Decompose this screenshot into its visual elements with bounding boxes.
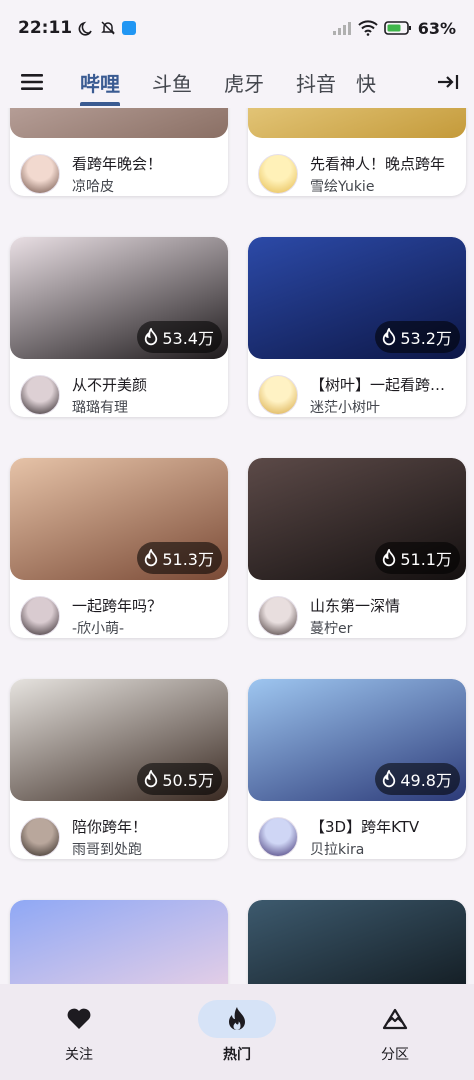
room-thumbnail xyxy=(248,108,466,138)
room-card[interactable]: 48.8万 xyxy=(10,900,228,984)
status-bar: 22:11 63% xyxy=(0,0,474,56)
flame-icon xyxy=(145,328,158,346)
room-card[interactable]: 看跨年晚会！ 凉哈皮 xyxy=(10,108,228,196)
tab-collapse-button[interactable] xyxy=(424,56,474,108)
room-card[interactable]: 53.2万【树叶】一起看跨年晚会迷茫小树叶 xyxy=(248,237,466,417)
heat-badge: 53.4万 xyxy=(137,321,222,353)
moon-icon xyxy=(78,21,92,36)
avatar xyxy=(258,375,298,415)
tab-douyu[interactable]: 斗鱼 xyxy=(136,56,208,108)
bottom-navigation: 关注 热门 分区 xyxy=(0,984,474,1080)
menu-icon xyxy=(21,74,43,90)
status-time: 22:11 xyxy=(18,18,73,38)
avatar xyxy=(258,817,298,857)
heat-badge: 51.1万 xyxy=(375,542,460,574)
anchor-name: 雪绘Yukie xyxy=(310,179,375,195)
nav-follow[interactable]: 关注 xyxy=(0,984,158,1080)
room-card[interactable]: 53.4万从不开美颜璐璐有理 xyxy=(10,237,228,417)
flame-icon xyxy=(229,1007,245,1030)
room-thumbnail: 51.1万 xyxy=(248,458,466,580)
anchor-name: 雨哥到处跑 xyxy=(72,842,142,858)
room-thumbnail: 49.8万 xyxy=(248,679,466,801)
room-card[interactable]: 48.1万 xyxy=(248,900,466,984)
arrow-right-to-line-icon xyxy=(438,75,459,89)
nav-category[interactable]: 分区 xyxy=(316,984,474,1080)
avatar xyxy=(20,817,60,857)
tab-bilibili[interactable]: 哔哩 xyxy=(64,56,136,108)
room-title: 山东第一深情 xyxy=(310,597,401,615)
room-title: 【3D】跨年KTV xyxy=(310,818,420,836)
room-grid: 看跨年晚会！ 凉哈皮 先看神人！晚点跨年 雪绘Yukie 53.4万 从不开美颜 璐璐有理 5… xyxy=(0,108,474,984)
avatar xyxy=(20,596,60,636)
room-thumbnail: 48.8万 xyxy=(10,900,228,984)
heart-icon xyxy=(67,1008,91,1029)
nav-popular-label: 热门 xyxy=(223,1047,251,1063)
heat-value: 49.8万 xyxy=(400,771,452,790)
tab-kuaishou[interactable]: 快 xyxy=(352,56,378,108)
anchor-name: 凉哈皮 xyxy=(72,179,114,195)
nav-category-label: 分区 xyxy=(381,1047,409,1063)
anchor-name: 迷茫小树叶 xyxy=(310,400,380,416)
flame-icon xyxy=(383,328,396,346)
signal-icon xyxy=(332,22,351,35)
avatar xyxy=(20,154,60,194)
tab-douyin[interactable]: 抖音 xyxy=(280,56,352,108)
heat-value: 50.5万 xyxy=(162,771,214,790)
battery-level: 63% xyxy=(417,18,456,38)
room-card[interactable]: 50.5万陪你跨年！ 雨哥到处跑 xyxy=(10,679,228,859)
room-thumbnail: 48.1万 xyxy=(248,900,466,984)
flame-icon xyxy=(145,549,158,567)
anchor-name: 璐璐有理 xyxy=(72,400,128,416)
anchor-name: -欣小萌- xyxy=(72,621,125,637)
room-card[interactable]: 51.1万山东第一深情 蔓柠er xyxy=(248,458,466,638)
room-title: 陪你跨年！ xyxy=(72,818,148,836)
heat-value: 53.4万 xyxy=(162,329,214,348)
nav-popular[interactable]: 热门 xyxy=(158,984,316,1080)
room-thumbnail: 50.5万 xyxy=(10,679,228,801)
app-notification-icon xyxy=(122,21,137,35)
flame-icon xyxy=(383,549,396,567)
heat-value: 53.2万 xyxy=(400,329,452,348)
room-thumbnail: 53.4万 xyxy=(10,237,228,359)
menu-button[interactable] xyxy=(0,56,64,108)
flame-icon xyxy=(383,770,396,788)
room-thumbnail: 53.2万 xyxy=(248,237,466,359)
anchor-name: 贝拉kira xyxy=(310,842,365,858)
bell-off-icon xyxy=(101,21,115,35)
nav-follow-label: 关注 xyxy=(65,1047,93,1063)
room-thumbnail xyxy=(10,108,228,138)
room-title: 先看神人！晚点跨年 xyxy=(310,155,446,173)
room-card[interactable]: 51.3万一起跨年吗？ -欣小萌- xyxy=(10,458,228,638)
heat-value: 51.1万 xyxy=(400,550,452,569)
battery-icon xyxy=(383,21,411,35)
room-card[interactable]: 先看神人！晚点跨年 雪绘Yukie xyxy=(248,108,466,196)
top-bar: 哔哩 斗鱼 虎牙 抖音 快 xyxy=(0,56,474,108)
room-title: 【树叶】一起看跨年晚会 xyxy=(310,376,458,394)
avatar xyxy=(258,596,298,636)
wifi-icon xyxy=(358,20,378,36)
avatar xyxy=(20,375,60,415)
heat-badge: 53.2万 xyxy=(375,321,460,353)
room-title: 从不开美颜 xyxy=(72,376,148,394)
category-icon xyxy=(382,1008,408,1030)
flame-icon xyxy=(145,770,158,788)
anchor-name: 蔓柠er xyxy=(310,621,353,637)
heat-value: 51.3万 xyxy=(162,550,214,569)
heat-badge: 51.3万 xyxy=(137,542,222,574)
heat-badge: 50.5万 xyxy=(137,763,222,795)
room-title: 一起跨年吗？ xyxy=(72,597,163,615)
avatar xyxy=(258,154,298,194)
room-thumbnail: 51.3万 xyxy=(10,458,228,580)
tab-huya[interactable]: 虎牙 xyxy=(208,56,280,108)
room-card[interactable]: 49.8万【3D】跨年KTV 贝拉kira xyxy=(248,679,466,859)
room-title: 看跨年晚会！ xyxy=(72,155,163,173)
platform-tabs: 哔哩 斗鱼 虎牙 抖音 快 xyxy=(64,56,424,108)
heat-badge: 49.8万 xyxy=(375,763,460,795)
